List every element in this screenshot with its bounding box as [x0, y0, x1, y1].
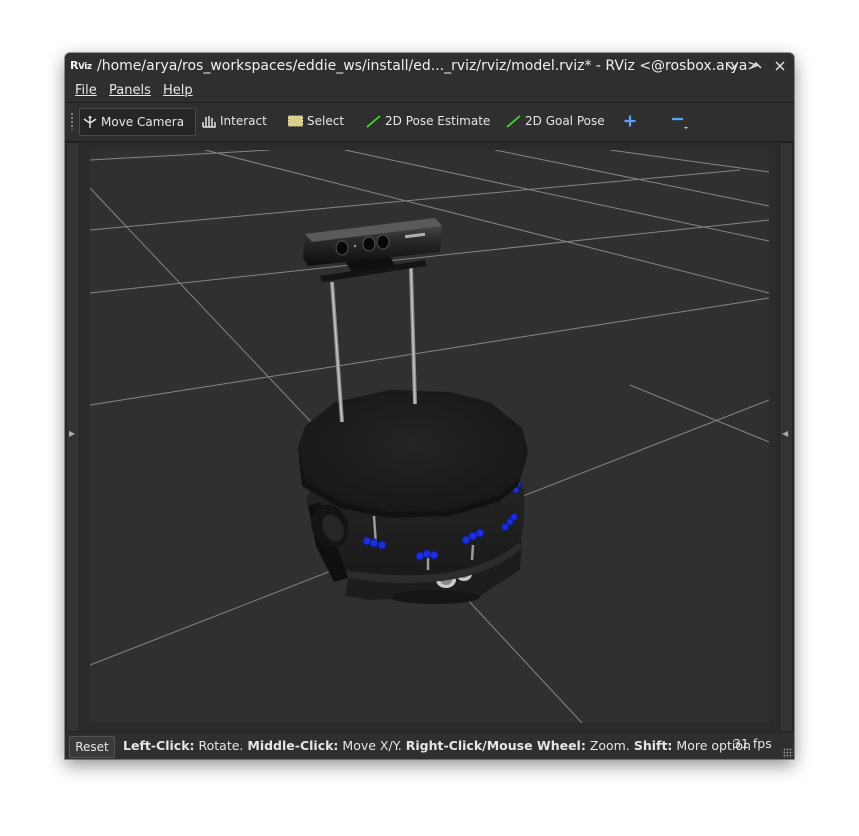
right-dock-collapse-handle[interactable]: ◀ — [779, 142, 793, 732]
3d-scene — [90, 150, 769, 723]
menu-file[interactable]: File — [75, 83, 97, 98]
middle-click-key: Middle-Click: — [247, 738, 339, 753]
fps-counter: 31 fps — [733, 736, 772, 751]
close-button[interactable] — [771, 57, 789, 75]
green-arrow-icon — [366, 115, 381, 128]
interact-tool[interactable]: Interact — [201, 108, 267, 134]
render-viewport[interactable] — [90, 150, 769, 723]
select-label: Select — [307, 114, 345, 128]
left-click-key: Left-Click: — [123, 738, 195, 753]
close-icon — [775, 61, 785, 71]
left-click-action: Rotate. — [198, 738, 244, 753]
minimize-button[interactable] — [723, 57, 741, 75]
green-arrow-icon — [506, 115, 521, 128]
interact-label: Interact — [220, 114, 267, 128]
middle-click-action: Move X/Y. — [342, 738, 402, 753]
maximize-button[interactable] — [747, 57, 765, 75]
hand-icon — [202, 116, 216, 128]
goal-pose-tool[interactable]: 2D Goal Pose — [505, 108, 605, 134]
menu-panels[interactable]: Panels — [109, 83, 151, 98]
rviz-logo-icon: RViz — [70, 59, 92, 72]
add-tool-button[interactable] — [622, 108, 641, 134]
arrow-left-icon: ◀ — [782, 429, 789, 438]
goal-pose-label: 2D Goal Pose — [525, 114, 605, 128]
move-camera-tool[interactable]: Move Camera — [79, 108, 196, 136]
menu-bar: File Panels Help — [65, 80, 794, 103]
chevron-down-icon — [726, 63, 738, 71]
shift-key: Shift: — [633, 738, 673, 753]
reset-button[interactable]: Reset — [69, 736, 115, 758]
menu-panels-label: Panels — [109, 83, 151, 98]
window-title: /home/arya/ros_workspaces/eddie_ws/insta… — [97, 58, 760, 74]
rviz-window: RViz /home/arya/ros_workspaces/eddie_ws/… — [65, 53, 794, 759]
move-camera-label: Move Camera — [101, 115, 185, 129]
menu-help[interactable]: Help — [163, 83, 193, 98]
title-bar: RViz /home/arya/ros_workspaces/eddie_ws/… — [65, 53, 794, 80]
window-resize-grip[interactable] — [783, 748, 793, 758]
left-dock-collapse-handle[interactable]: ▶ — [66, 142, 80, 732]
remove-tool-button[interactable] — [669, 108, 694, 134]
toolbar-grip-handle[interactable] — [70, 112, 74, 130]
select-tool[interactable]: Select — [287, 108, 344, 134]
menu-help-label: Help — [163, 83, 193, 98]
plus-icon — [624, 115, 636, 127]
minus-icon — [672, 117, 688, 129]
turtlebot-model — [298, 218, 528, 604]
arrow-right-icon: ▶ — [69, 429, 76, 438]
pose-estimate-tool[interactable]: 2D Pose Estimate — [365, 108, 490, 134]
menu-file-label: File — [75, 83, 97, 98]
chevron-up-icon — [750, 61, 762, 69]
right-click-key: Right-Click/Mouse Wheel: — [405, 738, 586, 753]
move-camera-icon — [83, 115, 97, 128]
tools-toolbar: Move Camera Interact Select 2D Pose Esti… — [65, 103, 794, 142]
status-bar: Reset Left-Click: Rotate. Middle-Click: … — [65, 733, 794, 759]
kinect-sensor — [303, 218, 442, 266]
right-click-action: Zoom. — [589, 738, 630, 753]
status-hint: Left-Click: Rotate. Middle-Click: Move X… — [123, 738, 751, 753]
selection-box-icon — [288, 115, 303, 127]
pose-estimate-label: 2D Pose Estimate — [385, 114, 491, 128]
